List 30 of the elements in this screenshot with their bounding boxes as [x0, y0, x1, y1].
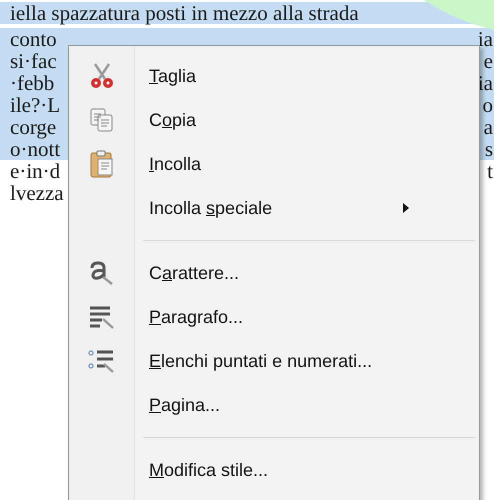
menu-item[interactable]: Incolla: [69, 142, 479, 186]
decorative-corner-shape: [424, 0, 494, 30]
list-wrench-icon: [88, 348, 116, 374]
document-text: e: [484, 50, 493, 72]
document-text: si·fac: [10, 50, 57, 72]
menu-item[interactable]: Carattere...: [69, 251, 479, 295]
document-text: o·nott: [10, 138, 60, 160]
document-text: e·in·d: [10, 160, 60, 182]
document-text: ·febb: [10, 72, 54, 94]
document-text: lvezza: [10, 182, 64, 204]
document-text: ia: [478, 28, 493, 50]
clipboard-icon: [89, 149, 115, 179]
menu-item[interactable]: Pagina...: [69, 383, 479, 427]
paragraph-wrench-icon: [88, 305, 116, 329]
menu-item[interactable]: Modifica stile...: [69, 448, 479, 492]
menu-item[interactable]: Paragrafo...: [69, 295, 479, 339]
menu-item[interactable]: Elenchi puntati e numerati...: [69, 339, 479, 383]
document-text: corge: [10, 116, 56, 138]
document-text: s: [484, 138, 493, 160]
menu-item[interactable]: Incolla speciale: [69, 186, 479, 230]
document-text: ile?·L: [10, 94, 60, 116]
document-text: ia: [478, 72, 493, 94]
document-text: t: [487, 160, 493, 182]
copy-icon: [89, 107, 115, 133]
document-text: o: [482, 94, 493, 116]
menu-item[interactable]: Copia: [69, 98, 479, 142]
document-text: conto: [10, 28, 57, 50]
menu-item[interactable]: Taglia: [69, 54, 479, 98]
document-text: iella spazzatura posti in mezzo alla strada: [10, 2, 359, 24]
document-text: a: [484, 116, 493, 138]
